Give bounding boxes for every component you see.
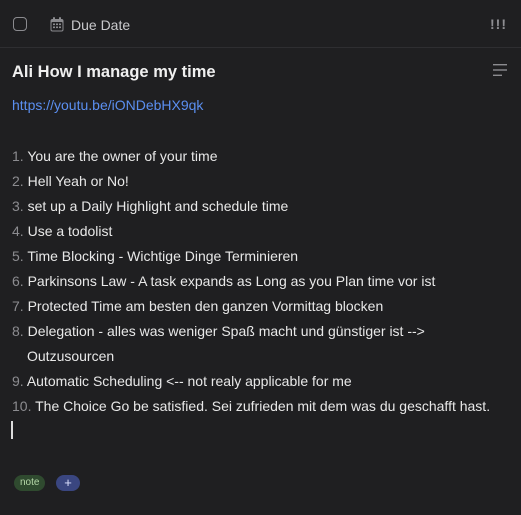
list-number: 10. (12, 398, 32, 414)
list-text: Parkinsons Law - A task expands as Long … (27, 273, 436, 289)
list-text: Time Blocking - Wichtige Dinge Terminier… (27, 248, 299, 264)
list-text: Automatic Scheduling <-- not realy appli… (26, 373, 352, 389)
list-text: Protected Time am besten den ganzen Vorm… (27, 298, 384, 314)
video-link[interactable]: https://youtu.be/iONDebHX9qk (12, 97, 203, 114)
list-item[interactable]: 3. set up a Daily Highlight and schedule… (12, 194, 517, 219)
list-text: Use a todolist (27, 223, 113, 239)
calendar-icon[interactable] (50, 17, 64, 32)
list-text: The Choice Go be satisfied. Sei zufriede… (35, 398, 491, 414)
list-item[interactable]: 1. You are the owner of your time (12, 144, 517, 169)
list-item[interactable]: 5. Time Blocking - Wichtige Dinge Termin… (12, 244, 517, 269)
toolbar: Due Date !!! (0, 0, 521, 48)
list-number: 8. (12, 323, 24, 339)
list-text: You are the owner of your time (27, 148, 218, 164)
complete-checkbox[interactable] (13, 17, 27, 31)
list-text: Delegation - alles was weniger Spaß mach… (27, 323, 425, 339)
list-text: set up a Daily Highlight and schedule ti… (27, 198, 289, 214)
list-item[interactable]: 8. Delegation - alles was weniger Spaß m… (12, 319, 517, 369)
due-date-label[interactable]: Due Date (71, 17, 130, 33)
list-item[interactable]: 4. Use a todolist (12, 219, 517, 244)
list-number: 3. (12, 198, 24, 214)
list-item[interactable]: 10. The Choice Go be satisfied. Sei zufr… (12, 394, 517, 419)
list-number: 7. (12, 298, 24, 314)
task-title[interactable]: Ali How I manage my time (12, 62, 216, 82)
list-item[interactable]: 7. Protected Time am besten den ganzen V… (12, 294, 517, 319)
menu-icon[interactable] (493, 64, 507, 76)
list-item[interactable]: 9. Automatic Scheduling <-- not realy ap… (12, 369, 517, 394)
list-number: 5. (12, 248, 24, 264)
list-text-continuation: Outzusourcen (27, 348, 115, 364)
priority-button[interactable]: !!! (490, 16, 507, 32)
tag-note[interactable]: note (14, 475, 46, 491)
list-item[interactable]: 2. Hell Yeah or No! (12, 169, 517, 194)
list-number: 9. (12, 373, 24, 389)
list-number: 6. (12, 273, 24, 289)
list-text: Hell Yeah or No! (27, 173, 129, 189)
list-item[interactable]: 6. Parkinsons Law - A task expands as Lo… (12, 269, 517, 294)
list-number: 1. (12, 148, 24, 164)
task-list: 1. You are the owner of your time 2. Hell… (12, 144, 517, 419)
list-number: 4. (12, 223, 24, 239)
list-number: 2. (12, 173, 24, 189)
text-cursor (11, 421, 13, 439)
add-tag-button[interactable]: + (56, 475, 80, 491)
